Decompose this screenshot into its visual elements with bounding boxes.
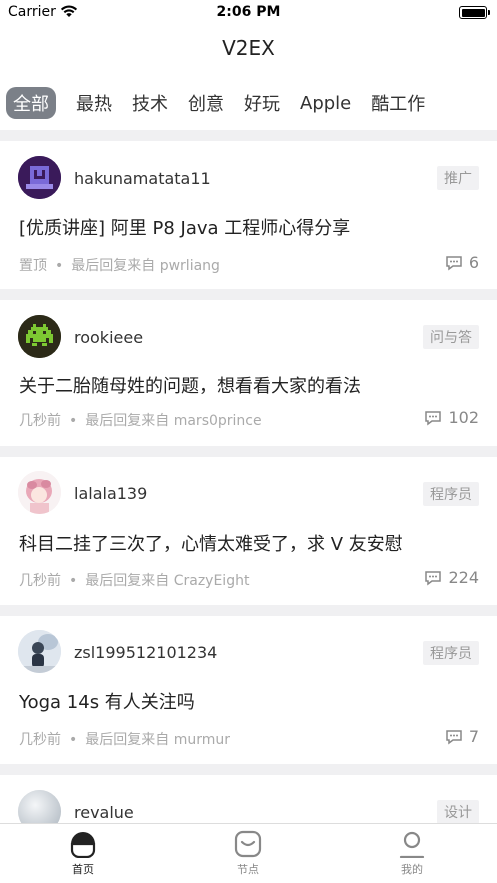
clock: 2:06 PM	[216, 4, 281, 20]
bottom-tab-bar: 首页 节点 我的	[0, 823, 497, 883]
divider	[0, 289, 497, 300]
username[interactable]: rookieee	[74, 328, 143, 347]
avatar[interactable]	[18, 630, 61, 673]
topic-title[interactable]: 科目二挂了三次了，心情太难受了，求 V 友安慰	[19, 530, 479, 556]
tab-hot[interactable]: 最热	[76, 90, 112, 116]
topic-meta: 几秒前 • 最后回复来自 murmur	[19, 732, 231, 748]
comment-icon	[425, 410, 442, 425]
tab-home[interactable]: 首页	[43, 830, 123, 877]
tab-profile-label: 我的	[401, 863, 423, 876]
home-icon	[70, 832, 96, 858]
reply-number: 224	[448, 568, 479, 587]
avatar[interactable]	[18, 471, 61, 514]
topic-time: 几秒前	[19, 413, 61, 429]
divider	[0, 446, 497, 457]
profile-icon	[399, 831, 425, 858]
node-tag[interactable]: 推广	[437, 166, 479, 190]
topic-card[interactable]: rookieee 问与答 关于二胎随母姓的问题，想看看大家的看法 几秒前 • 最后回…	[0, 300, 497, 446]
topic-card[interactable]: hakunamatata11 推广 [优质讲座] 阿里 P8 Java 工程师心…	[0, 141, 497, 289]
node-tag[interactable]: 程序员	[423, 641, 479, 665]
tab-home-label: 首页	[72, 863, 94, 876]
purple-pixel-avatar-icon	[18, 156, 61, 199]
reply-count: 224	[424, 568, 479, 587]
topic-time: 几秒前	[19, 573, 61, 589]
node-tag[interactable]: 程序员	[423, 482, 479, 506]
reply-number: 6	[468, 253, 479, 272]
last-reply: 最后回复来自 CrazyEight	[85, 573, 250, 589]
topic-meta: 几秒前 • 最后回复来自 CrazyEight	[19, 573, 250, 589]
topic-title[interactable]: [优质讲座] 阿里 P8 Java 工程师心得分享	[19, 214, 479, 240]
topic-meta: 几秒前 • 最后回复来自 mars0prince	[19, 413, 262, 429]
node-icon	[234, 830, 262, 858]
tab-creative[interactable]: 创意	[188, 90, 224, 116]
tab-tech[interactable]: 技术	[132, 90, 168, 116]
avatar[interactable]	[18, 315, 61, 358]
comment-icon	[446, 729, 462, 744]
tab-apple[interactable]: Apple	[300, 93, 351, 114]
tab-jobs[interactable]: 酷工作	[371, 90, 425, 116]
space-invader-avatar-icon	[18, 315, 61, 358]
username[interactable]: revalue	[74, 803, 134, 822]
last-reply: 最后回复来自 mars0prince	[85, 413, 262, 429]
page-title: V2EX	[222, 36, 275, 60]
last-reply: 最后回复来自 pwrliang	[71, 258, 220, 274]
tab-nodes-label: 节点	[237, 863, 259, 876]
topic-time: 几秒前	[19, 732, 61, 748]
reply-number: 102	[448, 408, 479, 427]
status-bar: Carrier 2:06 PM	[0, 0, 497, 26]
tab-play[interactable]: 好玩	[244, 90, 280, 116]
anime-girl-avatar-icon	[18, 471, 61, 514]
comment-icon	[425, 570, 442, 585]
topic-card[interactable]: lalala139 程序员 科目二挂了三次了，心情太难受了，求 V 友安慰 几秒…	[0, 457, 497, 605]
category-tabs: 全部 最热 技术 创意 好玩 Apple 酷工作	[6, 86, 445, 120]
reply-count: 102	[424, 408, 479, 427]
photo-avatar-icon	[18, 630, 61, 673]
avatar[interactable]	[18, 156, 61, 199]
divider	[0, 764, 497, 775]
tab-nodes[interactable]: 节点	[208, 830, 288, 877]
username[interactable]: hakunamatata11	[74, 169, 211, 188]
topic-card[interactable]: revalue 设计	[0, 775, 497, 823]
node-tag[interactable]: 问与答	[423, 325, 479, 349]
grey-sphere-avatar-icon	[18, 790, 61, 823]
username[interactable]: zsl199512101234	[74, 643, 217, 662]
tab-all[interactable]: 全部	[6, 87, 56, 119]
divider	[0, 130, 497, 141]
username[interactable]: lalala139	[74, 484, 147, 503]
divider	[0, 605, 497, 616]
topic-title[interactable]: 关于二胎随母姓的问题，想看看大家的看法	[19, 372, 479, 398]
avatar[interactable]	[18, 790, 61, 823]
battery-icon	[459, 6, 490, 19]
comment-icon	[446, 255, 462, 270]
reply-count: 6	[445, 253, 479, 272]
topic-time: 置顶	[19, 258, 47, 274]
last-reply: 最后回复来自 murmur	[85, 732, 231, 748]
reply-number: 7	[468, 727, 479, 746]
node-tag[interactable]: 设计	[437, 800, 479, 823]
topic-title[interactable]: Yoga 14s 有人关注吗	[19, 688, 479, 714]
tab-profile[interactable]: 我的	[372, 830, 452, 877]
reply-count: 7	[445, 727, 479, 746]
topic-meta: 置顶 • 最后回复来自 pwrliang	[19, 258, 220, 274]
topic-card[interactable]: zsl199512101234 程序员 Yoga 14s 有人关注吗 几秒前 • 最…	[0, 616, 497, 764]
